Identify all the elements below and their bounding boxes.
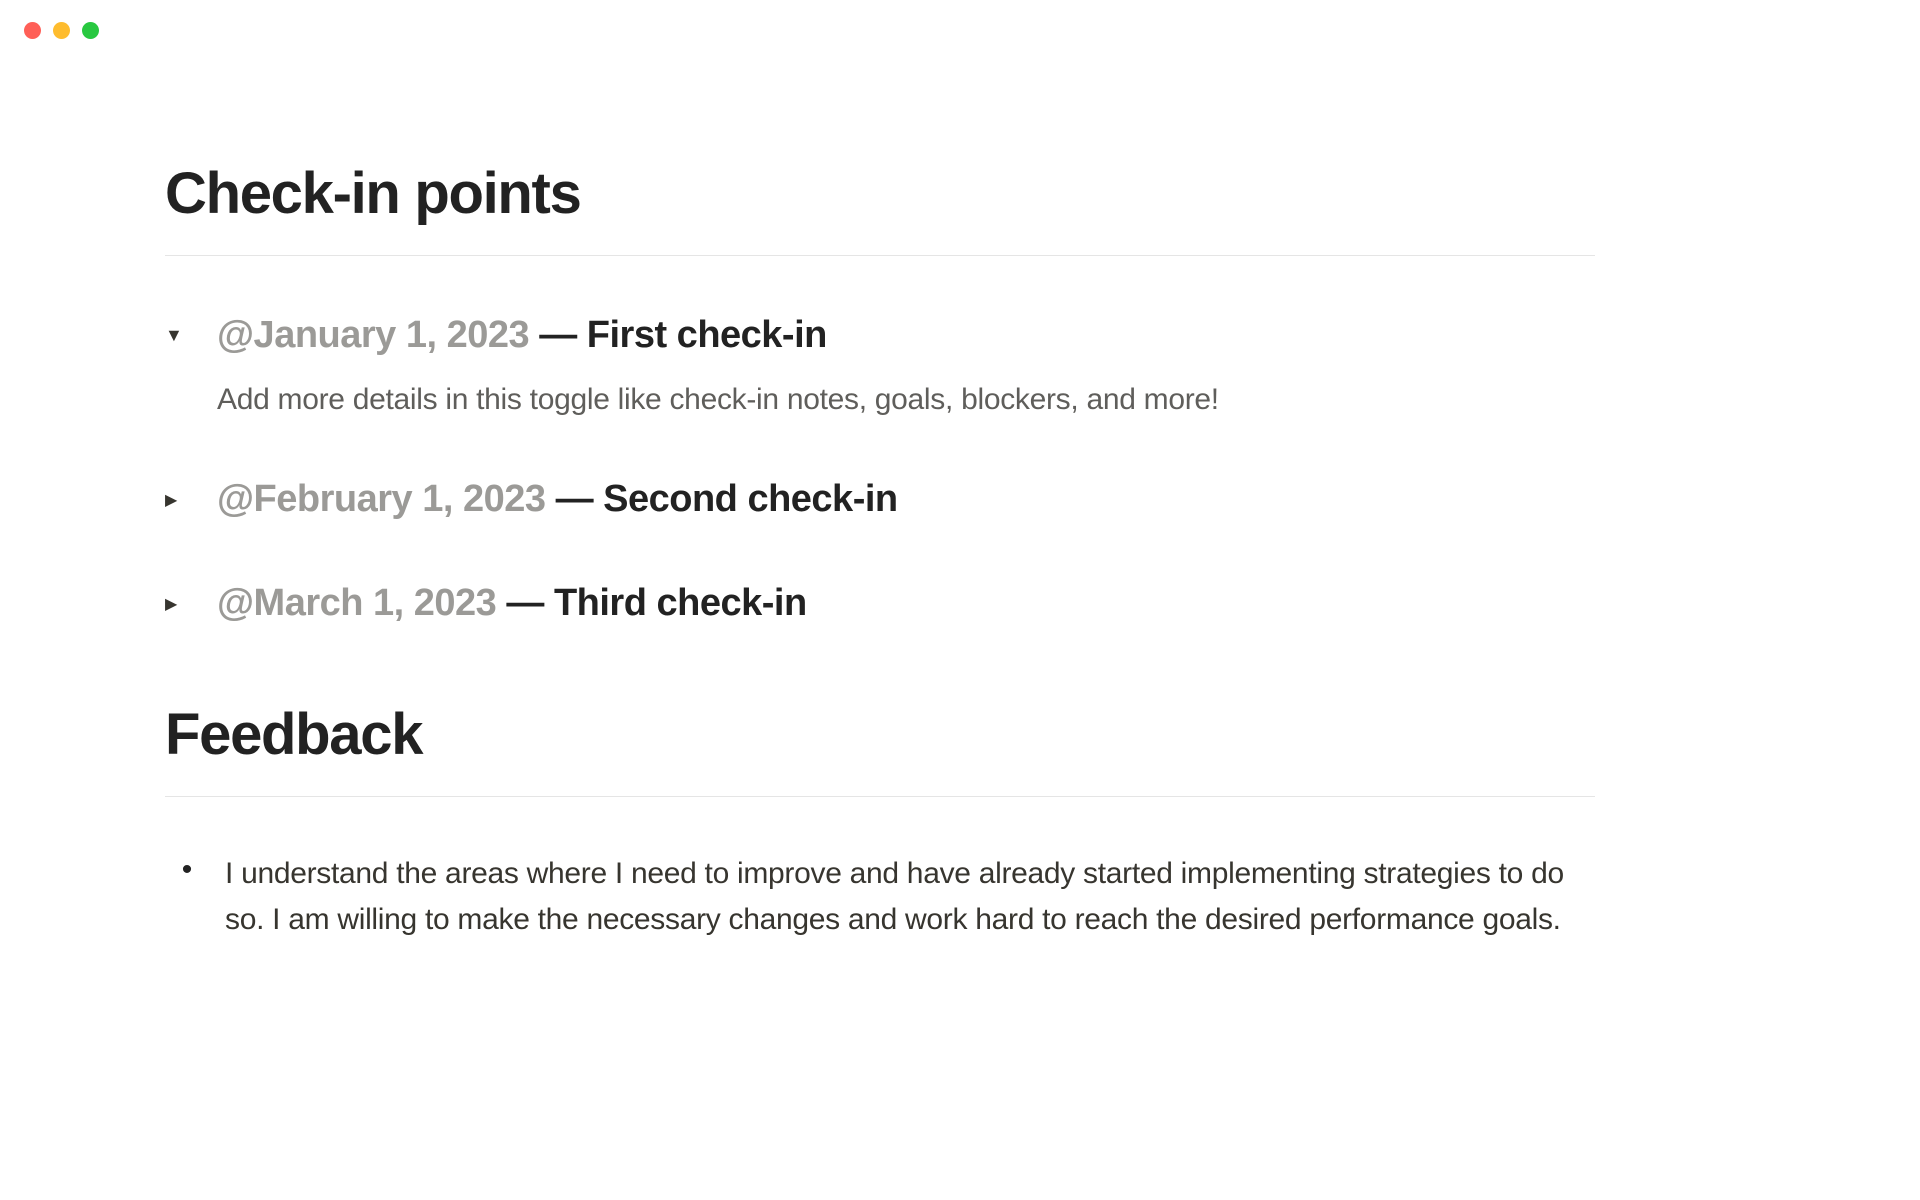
window-maximize-button[interactable]	[82, 22, 99, 39]
toggle-separator: —	[496, 582, 554, 624]
toggle-body-text[interactable]: Add more details in this toggle like che…	[217, 377, 1595, 422]
checkin-heading[interactable]: Check-in points	[165, 160, 1595, 227]
toggle-heading[interactable]: @January 1, 2023 — First check-in	[217, 310, 1595, 361]
toggle-separator: —	[529, 314, 587, 356]
list-item[interactable]: • I understand the areas where I need to…	[165, 851, 1595, 944]
toggle-block-third-checkin: @March 1, 2023 — Third check-in	[165, 578, 1595, 629]
feedback-section: Feedback • I understand the areas where …	[165, 701, 1595, 944]
toggle-block-second-checkin: @February 1, 2023 — Second check-in	[165, 474, 1595, 525]
toggle-heading[interactable]: @February 1, 2023 — Second check-in	[217, 474, 1595, 525]
page-content: Check-in points @January 1, 2023 — First…	[0, 0, 1760, 944]
toggle-title[interactable]: First check-in	[587, 314, 827, 356]
feedback-heading[interactable]: Feedback	[165, 701, 1595, 768]
toggle-arrow-icon[interactable]	[165, 310, 193, 347]
toggle-content[interactable]: @January 1, 2023 — First check-in Add mo…	[193, 310, 1595, 422]
window-close-button[interactable]	[24, 22, 41, 39]
toggle-block-first-checkin: @January 1, 2023 — First check-in Add mo…	[165, 310, 1595, 422]
toggle-arrow-icon[interactable]	[165, 578, 193, 615]
bullet-text[interactable]: I understand the areas where I need to i…	[209, 851, 1595, 944]
divider	[165, 255, 1595, 256]
toggle-content[interactable]: @February 1, 2023 — Second check-in	[193, 474, 1595, 525]
date-mention[interactable]: @February 1, 2023	[217, 478, 546, 520]
toggle-title[interactable]: Second check-in	[603, 478, 897, 520]
toggle-separator: —	[546, 478, 604, 520]
toggle-content[interactable]: @March 1, 2023 — Third check-in	[193, 578, 1595, 629]
toggle-title[interactable]: Third check-in	[554, 582, 807, 624]
toggle-heading[interactable]: @March 1, 2023 — Third check-in	[217, 578, 1595, 629]
date-mention[interactable]: @March 1, 2023	[217, 582, 496, 624]
window-controls	[24, 22, 99, 39]
date-mention[interactable]: @January 1, 2023	[217, 314, 529, 356]
toggle-arrow-icon[interactable]	[165, 474, 193, 511]
bullet-icon: •	[165, 851, 209, 887]
divider	[165, 796, 1595, 797]
window-minimize-button[interactable]	[53, 22, 70, 39]
